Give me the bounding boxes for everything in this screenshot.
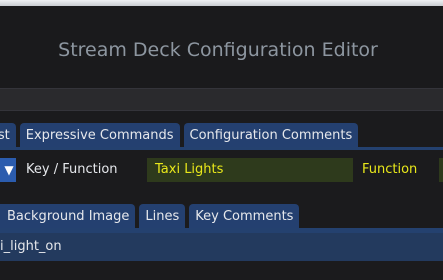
tab-configuration-comments[interactable]: Configuration Comments	[183, 123, 359, 147]
menu-bar	[0, 88, 443, 111]
key-function-label: Key / Function	[26, 162, 118, 177]
list-item-text: i_light_on	[0, 239, 62, 254]
chevron-down-icon: ▼	[4, 163, 14, 177]
title-bar: Stream Deck Configuration Editor	[0, 6, 443, 88]
window-title: Stream Deck Configuration Editor	[58, 39, 378, 61]
tab-background-image-label: Background Image	[7, 209, 130, 224]
top-tab-underline	[0, 147, 443, 150]
tab-list-label: List	[0, 128, 10, 143]
tab-configuration-comments-label: Configuration Comments	[189, 128, 353, 143]
detail-tab-bar: Background Image Lines Key Comments	[0, 204, 303, 228]
tab-lines-label: Lines	[145, 209, 180, 224]
tab-key-comments[interactable]: Key Comments	[189, 204, 300, 228]
tab-list[interactable]: List	[0, 123, 16, 147]
key-dropdown-button[interactable]: ▼	[0, 158, 16, 182]
lines-list-area	[0, 261, 443, 280]
tab-background-image[interactable]: Background Image	[0, 204, 136, 228]
tab-key-comments-label: Key Comments	[195, 209, 294, 224]
top-tab-bar: List Expressive Commands Configuration C…	[0, 123, 362, 147]
tab-lines[interactable]: Lines	[139, 204, 186, 228]
key-type-label: Function	[362, 162, 418, 177]
key-type-field-edge[interactable]	[439, 158, 443, 182]
editor-window: Stream Deck Configuration Editor List Ex…	[0, 0, 443, 280]
list-item[interactable]: i_light_on	[0, 233, 443, 261]
tab-expressive-commands-label: Expressive Commands	[25, 128, 174, 143]
tab-expressive-commands[interactable]: Expressive Commands	[19, 123, 180, 147]
key-name-field[interactable]: Taxi Lights	[147, 158, 353, 182]
key-function-row: ▼ Key / Function Taxi Lights Function	[0, 155, 443, 185]
